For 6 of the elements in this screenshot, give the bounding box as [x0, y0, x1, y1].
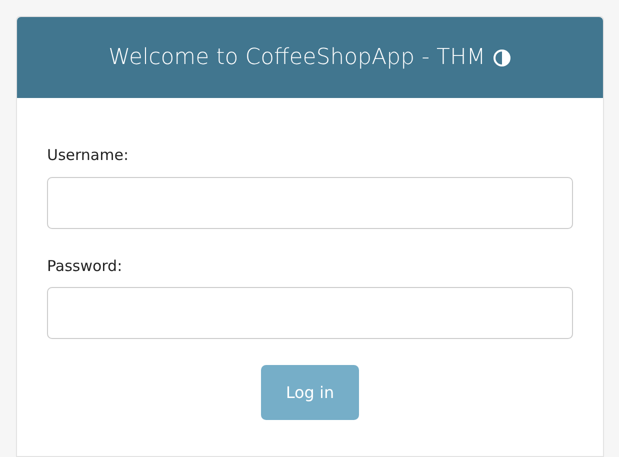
input-field[interactable] [47, 176, 573, 228]
contrast-icon [493, 48, 512, 66]
field-label: Password: [47, 256, 124, 276]
header-title: Welcome to CoffeeShopApp - THM [108, 44, 486, 72]
input-field[interactable] [47, 287, 573, 339]
field-label: Username: [47, 145, 130, 166]
